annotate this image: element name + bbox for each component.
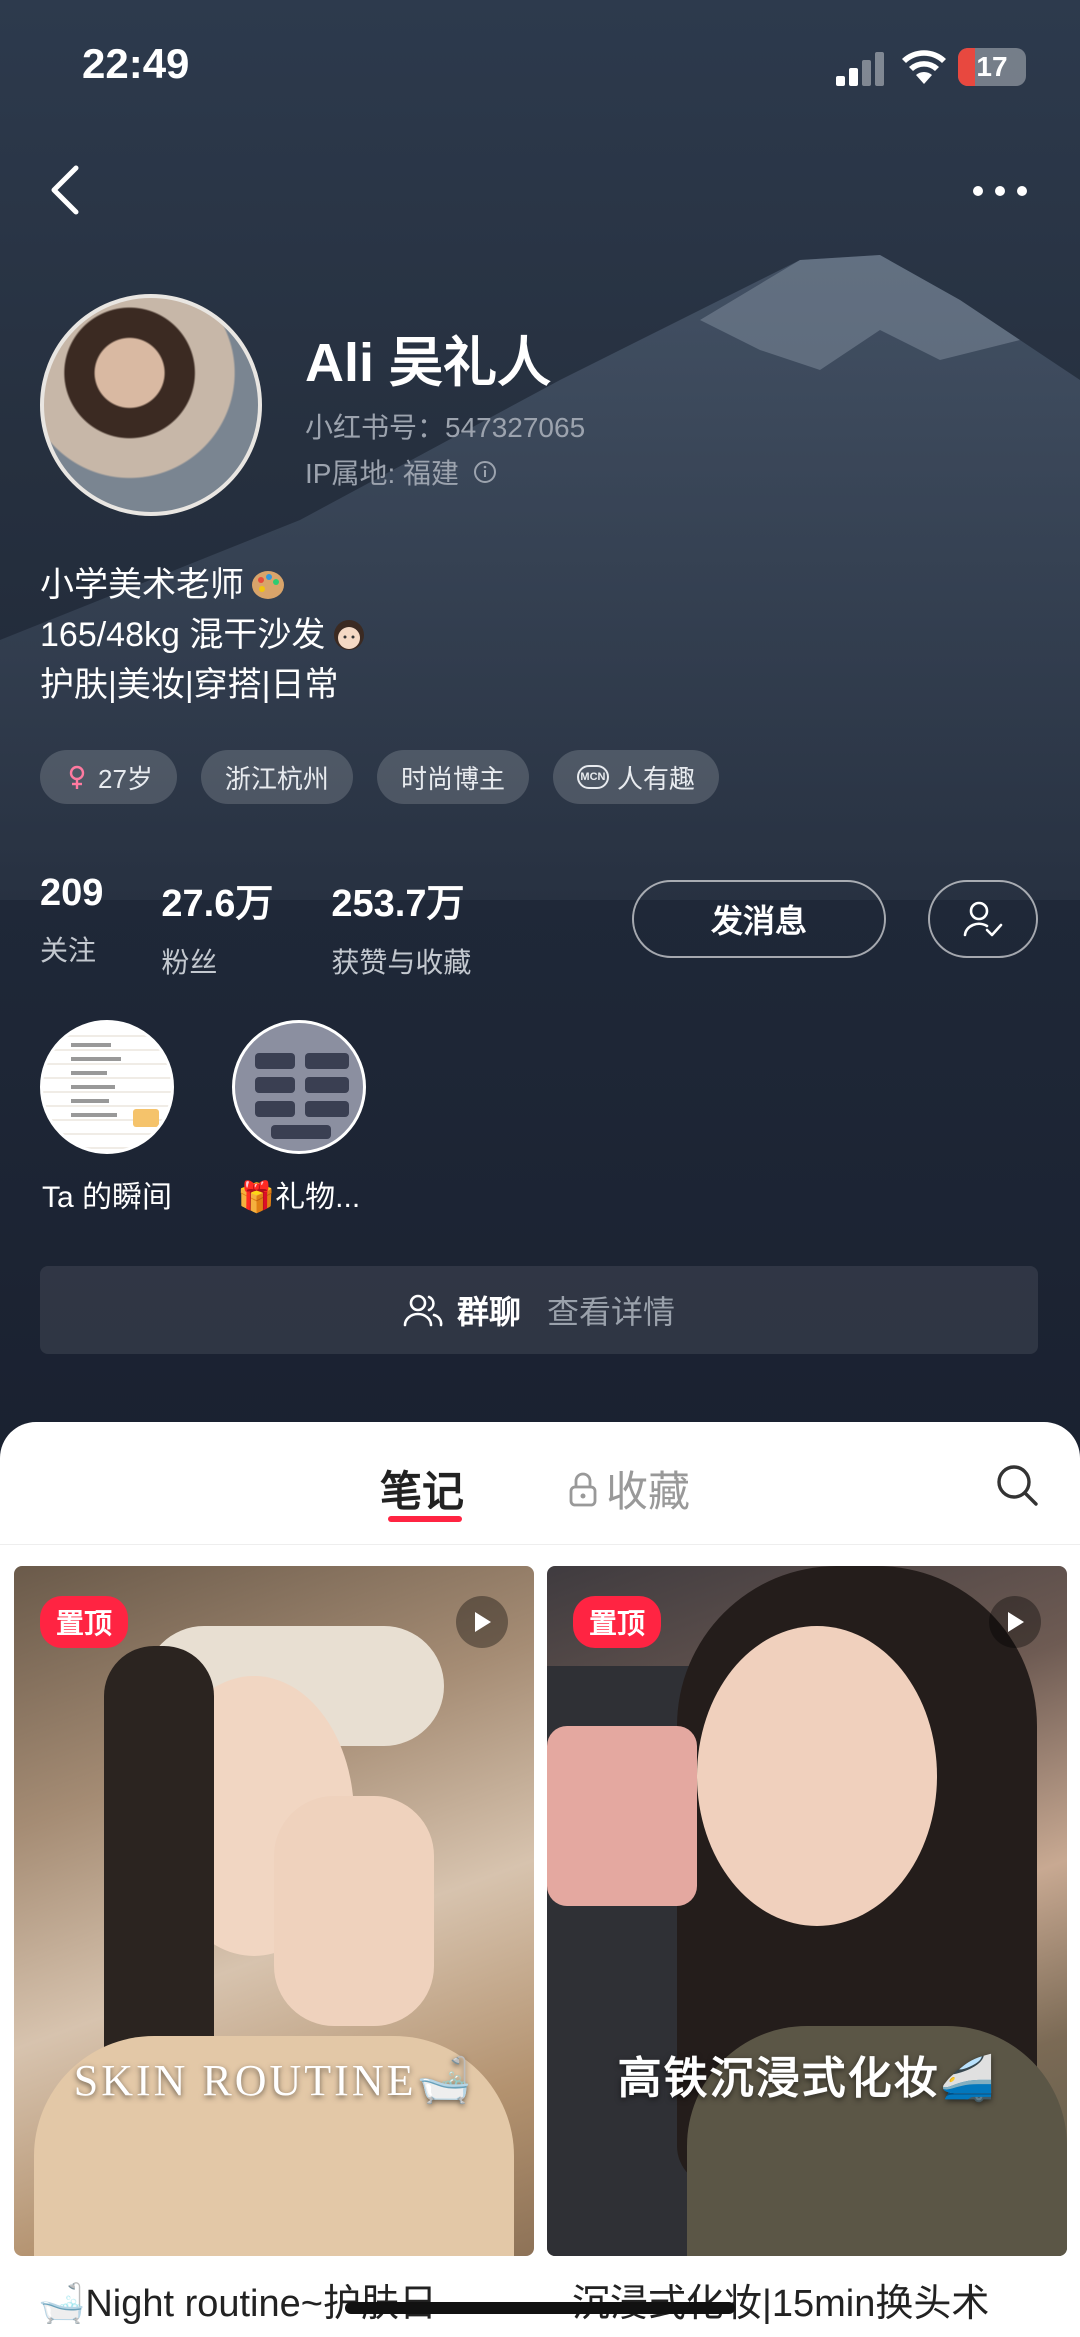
divider — [0, 1544, 1080, 1545]
bio: 小学美术老师 165/48kg 混干沙发 护肤|美妆|穿搭|日常 — [40, 560, 367, 710]
female-icon — [69, 765, 85, 789]
bio-line-3: 护肤|美妆|穿搭|日常 — [40, 666, 339, 704]
bio-line-2: 165/48kg 混干沙发 — [40, 616, 326, 654]
tab-active-indicator — [388, 1516, 462, 1522]
stat-followers-label: 粉丝 — [161, 947, 218, 978]
stat-likes-label: 获赞与收藏 — [331, 947, 472, 978]
profile-stats: 209 关注 27.6万 粉丝 253.7万 获赞与收藏 — [40, 872, 529, 981]
tab-collect-label: 收藏 — [606, 1468, 691, 1515]
stat-followers[interactable]: 27.6万 粉丝 — [161, 872, 273, 981]
tag-age-label: 27岁 — [98, 763, 153, 794]
stat-following-label: 关注 — [40, 935, 97, 966]
battery-level: 17 — [976, 51, 1008, 82]
avatar[interactable] — [40, 294, 262, 516]
signal-icon — [836, 52, 884, 86]
info-icon[interactable] — [473, 460, 497, 484]
group-icon — [403, 1294, 443, 1327]
stat-likes[interactable]: 253.7万 获赞与收藏 — [331, 872, 471, 981]
stat-following[interactable]: 209 关注 — [40, 872, 103, 981]
hand-shape — [274, 1796, 434, 2026]
note-cover-caption: SKIN ROUTINE🛁 — [73, 2056, 475, 2105]
tag-location: 浙江杭州 — [200, 750, 353, 804]
stat-following-value: 209 — [40, 872, 104, 914]
tag-category: 时尚博主 — [376, 750, 529, 804]
note-card[interactable]: 置顶 高铁沉浸式化妆🚄 — [547, 1566, 1067, 2256]
play-icon — [456, 1596, 508, 1648]
search-icon[interactable] — [994, 1462, 1040, 1508]
pinned-badge: 置顶 — [573, 1596, 662, 1648]
palette-icon — [252, 571, 284, 599]
user-check-icon — [963, 901, 1003, 937]
wifi-icon — [902, 50, 946, 84]
girl-face-icon — [334, 620, 365, 650]
gift-preview-image — [255, 1053, 349, 1139]
tag-age: 27岁 — [40, 750, 177, 804]
face-shape — [697, 1626, 937, 1926]
home-indicator[interactable] — [345, 2302, 735, 2314]
note-cover-caption: 高铁沉浸式化妆🚄 — [617, 2054, 997, 2103]
stat-followers-value: 27.6万 — [161, 883, 274, 925]
tab-collect[interactable]: 收藏 — [568, 1458, 690, 1519]
message-button[interactable]: 发消息 — [632, 880, 886, 958]
play-icon — [989, 1596, 1041, 1648]
note-title[interactable]: 沉浸式化妆|15min换头术 — [572, 2272, 989, 2327]
profile-tags: 27岁 浙江杭州 时尚博主 MCN 人有趣 — [40, 750, 719, 804]
tag-category-label: 时尚博主 — [400, 763, 505, 794]
tab-notes[interactable]: 笔记 — [380, 1458, 464, 1519]
moment-thumbnail — [232, 1020, 366, 1154]
ip-location-text: IP属地: 福建 — [305, 458, 460, 489]
profile-ip-location: IP属地: 福建 — [305, 452, 497, 492]
tag-location-label: 浙江杭州 — [224, 763, 329, 794]
bio-line-1: 小学美术老师 — [40, 566, 244, 604]
battery-icon: 17 — [958, 48, 1026, 86]
group-chat-detail: 查看详情 — [547, 1294, 676, 1330]
mcn-icon: MCN — [576, 765, 609, 789]
profile-header: 22:49 17 Ali 吴礼人 小红书号：547327065 IP属地: 福建 — [0, 0, 1080, 1480]
stat-likes-value: 253.7万 — [331, 883, 465, 925]
moment-item[interactable]: 🎁礼物... — [232, 1020, 366, 1216]
moment-thumbnail — [40, 1020, 174, 1154]
moment-item[interactable]: Ta 的瞬间 — [40, 1020, 174, 1216]
profile-name: Ali 吴礼人 — [305, 333, 552, 393]
group-chat-title: 群聊 — [456, 1294, 521, 1330]
more-icon[interactable] — [972, 176, 1028, 206]
profile-id[interactable]: 小红书号：547327065 — [305, 406, 585, 446]
lock-icon — [569, 1472, 597, 1506]
note-title[interactable]: 🛁Night routine~护肤日 — [38, 2272, 437, 2327]
group-chat-bar[interactable]: 群聊 查看详情 — [40, 1266, 1038, 1354]
tag-mcn-label: 人有趣 — [616, 763, 695, 794]
note-card[interactable]: 置顶 SKIN ROUTINE🛁 — [14, 1566, 534, 2256]
tag-mcn[interactable]: MCN 人有趣 — [552, 750, 719, 804]
pinned-badge: 置顶 — [40, 1596, 129, 1648]
moment-label: 🎁礼物... — [237, 1181, 361, 1214]
compact-mirror-shape — [547, 1726, 697, 1906]
back-icon[interactable] — [44, 160, 88, 220]
status-time: 22:49 — [82, 40, 190, 87]
notes-panel: 笔记 收藏 置顶 SKIN ROUTINE🛁 🛁Night routine~护肤… — [0, 1422, 1080, 2337]
list-preview-image — [71, 1043, 159, 1127]
moment-label: Ta 的瞬间 — [41, 1181, 173, 1214]
follow-status-button[interactable] — [928, 880, 1038, 958]
